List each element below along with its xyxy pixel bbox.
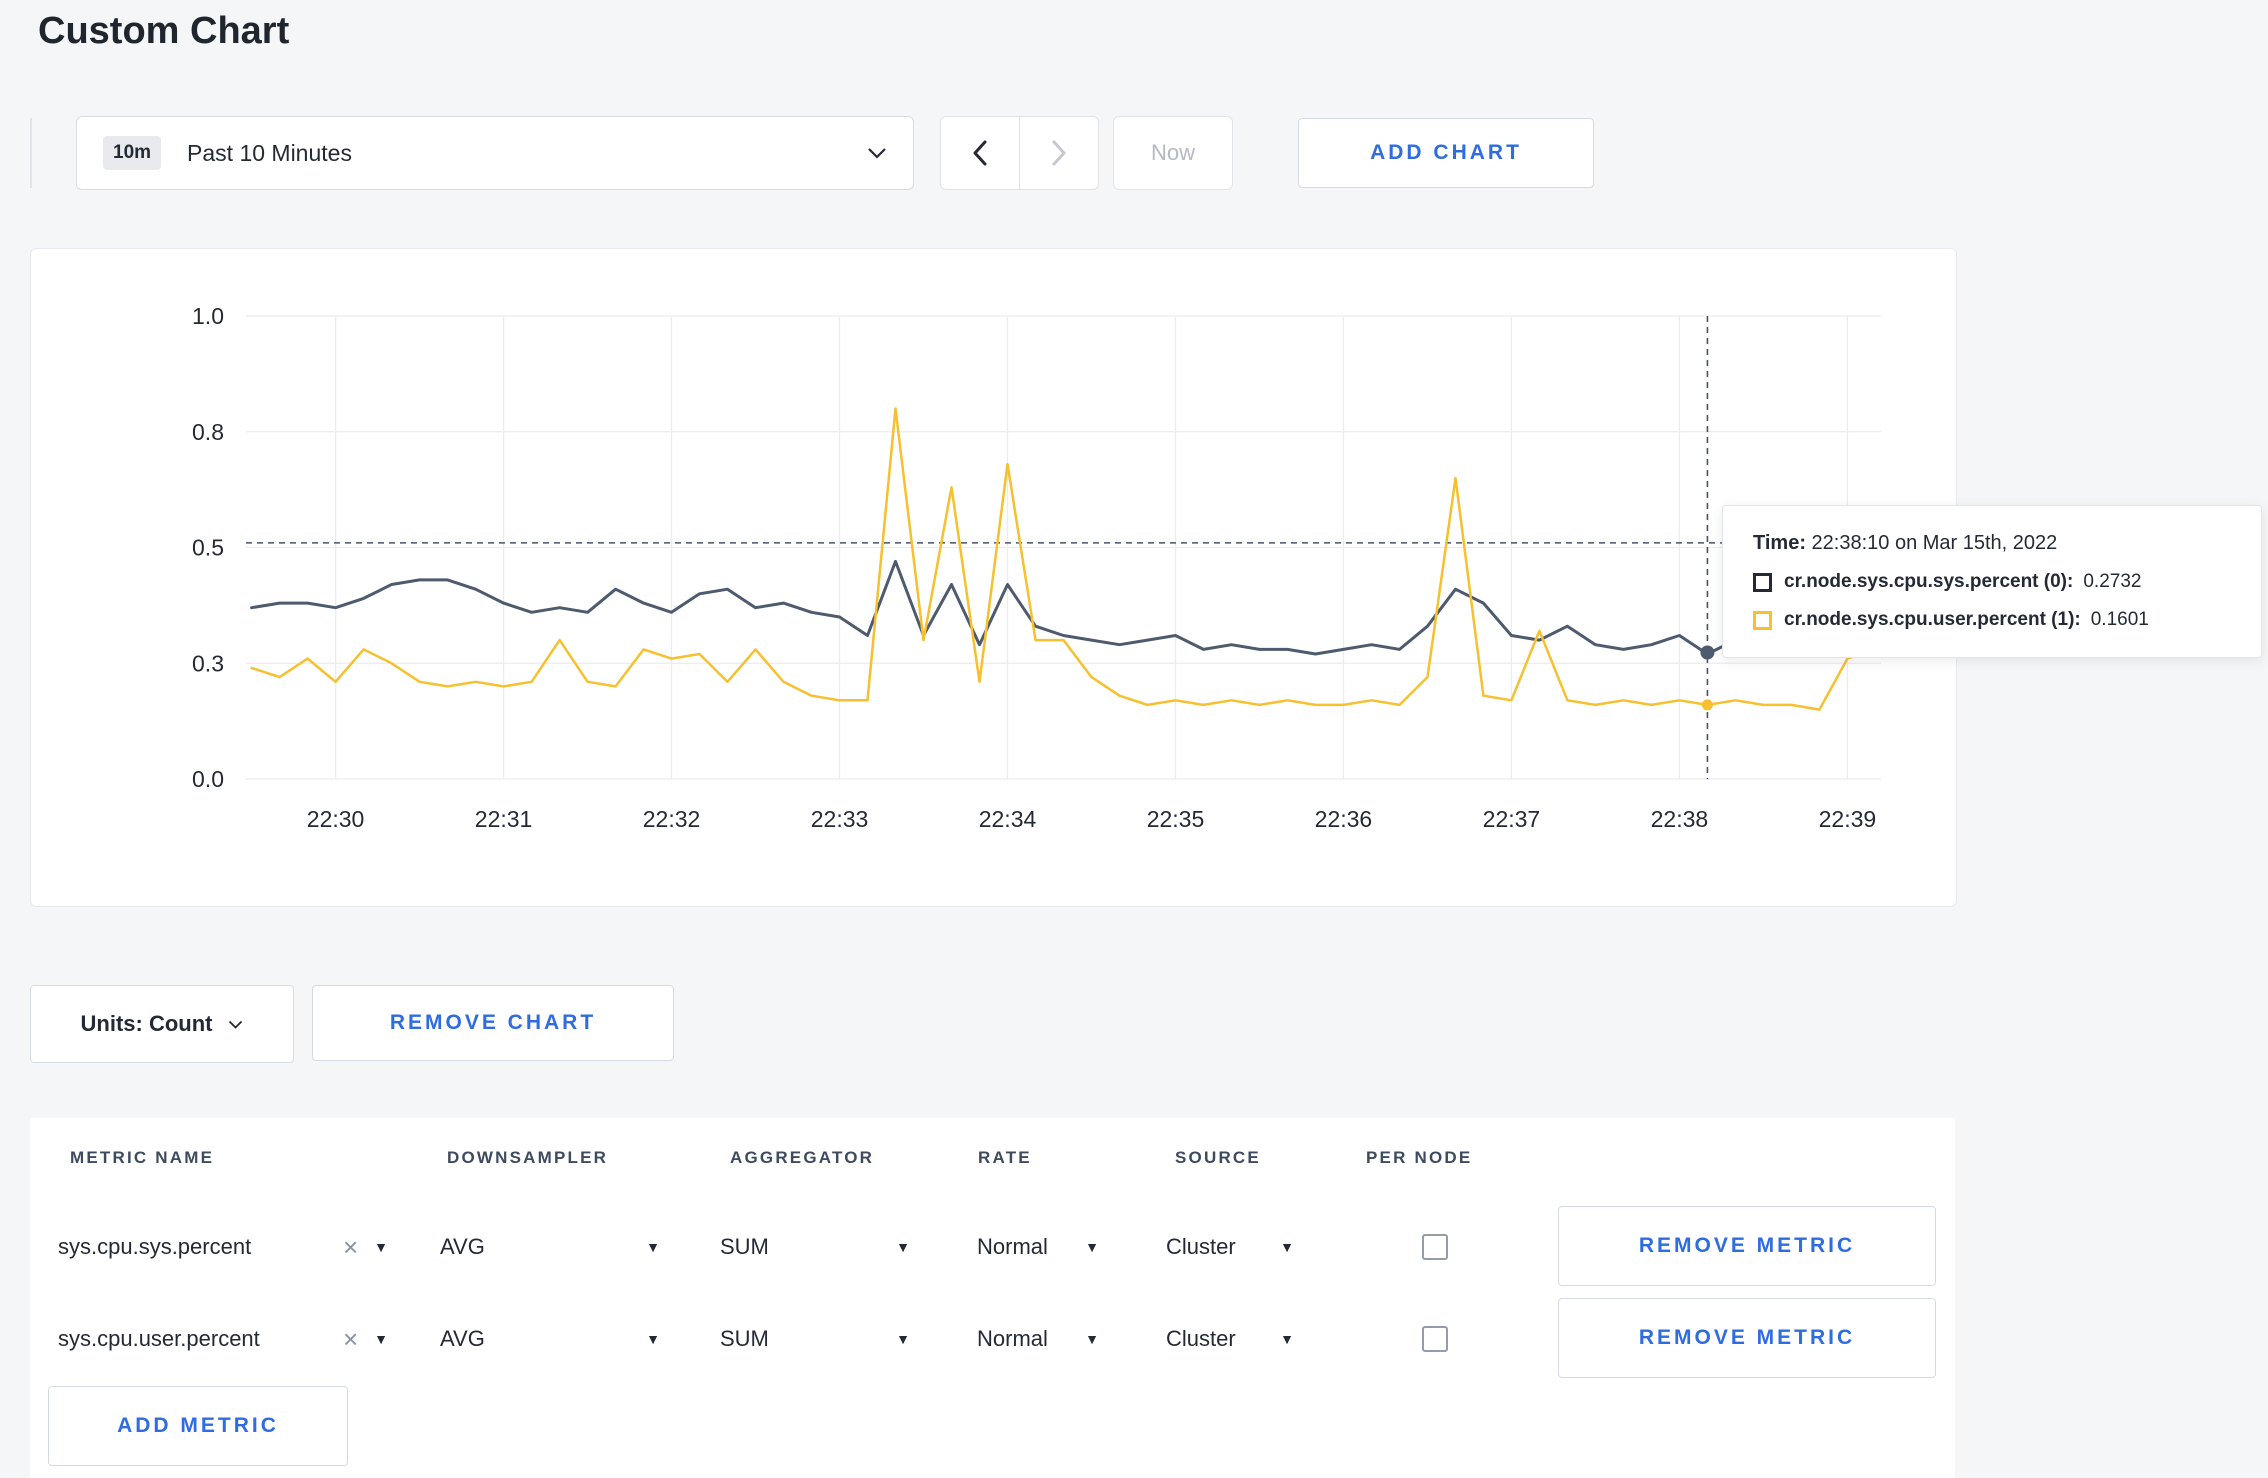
svg-text:22:35: 22:35 <box>1147 806 1205 832</box>
chevron-right-icon <box>1052 140 1066 166</box>
remove-metric-button[interactable]: REMOVE METRIC <box>1558 1298 1936 1378</box>
line-chart[interactable]: 0.0 0.3 0.5 0.8 1.0 22:30 22:31 22:32 22:33 22:34… <box>31 249 1956 906</box>
time-nav-group <box>940 116 1099 190</box>
col-header-aggregator: AGGREGATOR <box>730 1148 875 1167</box>
svg-text:22:39: 22:39 <box>1819 806 1877 832</box>
svg-text:0.8: 0.8 <box>192 419 224 445</box>
page-title: Custom Chart <box>38 10 290 52</box>
svg-text:22:36: 22:36 <box>1315 806 1373 832</box>
units-label: Units: Count <box>80 1011 213 1036</box>
caret-down-icon: ▼ <box>646 1331 660 1347</box>
remove-chart-button[interactable]: REMOVE CHART <box>312 985 674 1061</box>
source-value: Cluster <box>1166 1234 1236 1259</box>
prev-interval-button[interactable] <box>940 116 1020 190</box>
aggregator-value: SUM <box>720 1326 769 1351</box>
tooltip-series-row: cr.node.sys.cpu.sys.percent (0): 0.2732 <box>1753 571 2231 593</box>
time-range-select[interactable]: 10m Past 10 Minutes <box>76 116 914 190</box>
caret-down-icon: ▼ <box>646 1239 660 1255</box>
toolbar-divider <box>30 118 32 188</box>
col-header-per-node: PER NODE <box>1366 1148 1473 1167</box>
caret-down-icon: ▼ <box>1280 1331 1294 1347</box>
rate-value: Normal <box>977 1326 1048 1351</box>
caret-down-icon: ▼ <box>896 1239 910 1255</box>
downsampler-value: AVG <box>440 1234 485 1259</box>
metric-name-value: sys.cpu.user.percent <box>58 1326 260 1351</box>
tooltip-series-name: cr.node.sys.cpu.user.percent (1): <box>1784 609 2081 630</box>
metric-name-value: sys.cpu.sys.percent <box>58 1234 252 1259</box>
col-header-downsampler: DOWNSAMPLER <box>447 1148 609 1167</box>
caret-down-icon: ▼ <box>1280 1239 1294 1255</box>
chart-tooltip: Time: 22:38:10 on Mar 15th, 2022 cr.node… <box>1722 505 2262 658</box>
chart-card: 0.0 0.3 0.5 0.8 1.0 22:30 22:31 22:32 22:33 22:34… <box>30 248 1957 907</box>
metric-name-select[interactable]: sys.cpu.user.percent × ▼ <box>58 1310 388 1368</box>
col-header-source: SOURCE <box>1175 1148 1261 1167</box>
downsampler-select[interactable]: AVG ▼ <box>440 1218 660 1276</box>
chevron-left-icon <box>973 140 987 166</box>
downsampler-value: AVG <box>440 1326 485 1351</box>
caret-down-icon: ▼ <box>1085 1331 1099 1347</box>
svg-text:22:31: 22:31 <box>475 806 533 832</box>
caret-down-icon: ▼ <box>896 1331 910 1347</box>
remove-metric-button[interactable]: REMOVE METRIC <box>1558 1206 1936 1286</box>
tooltip-time-label: Time: <box>1753 532 1806 554</box>
metrics-table: METRIC NAME DOWNSAMPLER AGGREGATOR RATE … <box>30 1118 1955 1478</box>
add-chart-button[interactable]: ADD CHART <box>1298 118 1594 188</box>
metric-name-select[interactable]: sys.cpu.sys.percent × ▼ <box>58 1218 388 1276</box>
svg-text:22:32: 22:32 <box>643 806 701 832</box>
tooltip-time-row: Time: 22:38:10 on Mar 15th, 2022 <box>1753 532 2231 555</box>
next-interval-button[interactable] <box>1019 116 1099 190</box>
per-node-checkbox[interactable] <box>1422 1234 1448 1260</box>
col-header-metric-name: METRIC NAME <box>70 1148 215 1167</box>
rate-select[interactable]: Normal ▼ <box>977 1218 1099 1276</box>
custom-chart-page: Custom Chart 10m Past 10 Minutes Now ADD… <box>0 0 2268 1478</box>
chevron-down-icon <box>229 1020 243 1029</box>
rate-select[interactable]: Normal ▼ <box>977 1310 1099 1368</box>
caret-down-icon: ▼ <box>1085 1239 1099 1255</box>
aggregator-select[interactable]: SUM ▼ <box>720 1218 910 1276</box>
aggregator-select[interactable]: SUM ▼ <box>720 1310 910 1368</box>
svg-text:22:38: 22:38 <box>1651 806 1709 832</box>
aggregator-value: SUM <box>720 1234 769 1259</box>
now-button[interactable]: Now <box>1113 116 1233 190</box>
caret-down-icon: ▼ <box>374 1331 388 1347</box>
downsampler-select[interactable]: AVG ▼ <box>440 1310 660 1368</box>
time-range-badge: 10m <box>103 136 162 170</box>
tooltip-series-row: cr.node.sys.cpu.user.percent (1): 0.1601 <box>1753 609 2231 631</box>
close-icon[interactable]: × <box>343 1234 358 1260</box>
svg-text:0.0: 0.0 <box>192 766 224 792</box>
source-value: Cluster <box>1166 1326 1236 1351</box>
svg-text:1.0: 1.0 <box>192 303 224 329</box>
svg-text:22:34: 22:34 <box>979 806 1037 832</box>
svg-text:22:30: 22:30 <box>307 806 365 832</box>
series-swatch-user <box>1753 610 1772 630</box>
chevron-down-icon <box>868 148 886 159</box>
per-node-checkbox[interactable] <box>1422 1326 1448 1352</box>
svg-text:0.5: 0.5 <box>192 535 224 561</box>
close-icon[interactable]: × <box>343 1326 358 1352</box>
time-range-label: Past 10 Minutes <box>187 139 352 166</box>
source-select[interactable]: Cluster ▼ <box>1166 1218 1294 1276</box>
source-select[interactable]: Cluster ▼ <box>1166 1310 1294 1368</box>
rate-value: Normal <box>977 1234 1048 1259</box>
svg-text:22:37: 22:37 <box>1483 806 1541 832</box>
caret-down-icon: ▼ <box>374 1239 388 1255</box>
col-header-rate: RATE <box>978 1148 1032 1167</box>
units-select[interactable]: Units: Count <box>30 985 294 1063</box>
svg-text:22:33: 22:33 <box>811 806 869 832</box>
svg-text:0.3: 0.3 <box>192 650 224 676</box>
tooltip-time-value: 22:38:10 on Mar 15th, 2022 <box>1811 532 2058 554</box>
tooltip-series-name: cr.node.sys.cpu.sys.percent (0): <box>1784 571 2074 592</box>
tooltip-series-value: 0.1601 <box>2090 609 2149 630</box>
tooltip-series-value: 0.2732 <box>2083 571 2142 592</box>
add-metric-button[interactable]: ADD METRIC <box>48 1386 348 1466</box>
series-swatch-sys <box>1753 572 1772 592</box>
